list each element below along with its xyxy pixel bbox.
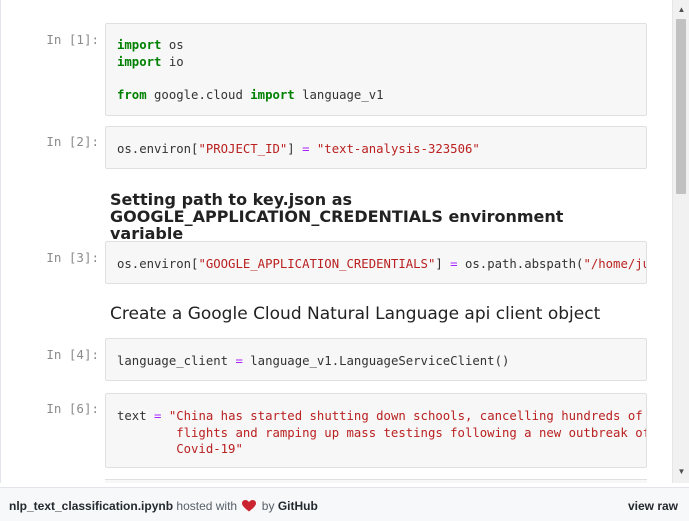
code-keyword: import [117,54,162,69]
code-line: import os [117,37,646,54]
scroll-up-arrow-icon[interactable]: ▲ [677,5,686,14]
cell-prompt: In [1]: [46,32,99,47]
code-token: ] [287,142,303,156]
scrollbar-thumb[interactable] [676,19,686,194]
next-cell-edge [105,479,647,483]
code-string: Covid-19" [117,442,243,457]
code-line: os.environ["PROJECT_ID"] = "text-analysi… [117,141,646,158]
code-line: text = "China has started shutting down … [117,408,646,425]
gist-footer: nlp_text_classification.ipynb hosted wit… [0,487,689,521]
code-block: os.environ["GOOGLE_APPLICATION_CREDENTIA… [106,256,646,273]
code-operator: = [302,142,310,156]
code-token: language_v1.LanguageServiceClient() [242,354,510,368]
code-token: language_client [117,354,236,368]
code-string: "PROJECT_ID" [198,142,288,156]
cell-prompt: In [3]: [46,250,99,265]
code-input[interactable]: language_client = language_v1.LanguageSe… [105,338,647,381]
code-block: language_client = language_v1.LanguageSe… [106,353,646,370]
code-token: text [117,409,155,423]
code-line: language_client = language_v1.LanguageSe… [117,353,646,370]
code-line: os.environ["GOOGLE_APPLICATION_CREDENTIA… [117,256,646,273]
cell-prompt: In [6]: [46,401,99,416]
code-input[interactable]: os.environ["PROJECT_ID"] = "text-analysi… [105,126,647,169]
scroll-down-arrow-icon[interactable]: ▼ [677,467,686,476]
cell-prompt: In [4]: [46,347,99,362]
code-operator: = [450,257,458,271]
code-line: Covid-19" [117,441,646,458]
notebook-viewport: In [1]: import os import io from google.c… [0,0,672,483]
code-block: import os import io from google.cloud imp… [106,37,646,103]
code-string: "China has started shutting down schools… [168,409,647,423]
code-token: google.cloud [146,87,251,102]
markdown-heading-client: Create a Google Cloud Natural Language a… [110,304,601,324]
gist-meta: nlp_text_classification.ipynb hosted wit… [9,499,318,515]
code-keyword: from [117,87,147,102]
by-text: by [261,499,275,513]
code-token: os.environ[ [117,142,199,156]
markdown-heading-credentials: Setting path to key.json as GOOGLE_APPLI… [110,190,564,243]
code-block: os.environ["PROJECT_ID"] = "text-analysi… [106,141,646,158]
code-line: flights and ramping up mass testings fol… [117,425,646,442]
code-block: text = "China has started shutting down … [106,408,646,458]
code-token: os.path.abspath( [457,257,584,271]
cell-prompt: In [2]: [46,134,99,149]
code-string: "GOOGLE_APPLICATION_CREDENTIALS" [198,257,436,271]
code-input[interactable]: text = "China has started shutting down … [105,393,647,468]
code-operator: = [235,354,243,368]
hosted-with-text: hosted with [176,499,238,513]
view-raw-link[interactable]: view raw [628,499,678,513]
code-input[interactable]: import os import io from google.cloud imp… [105,23,647,116]
gist-filename-link[interactable]: nlp_text_classification.ipynb [9,499,173,513]
code-token: os [161,38,184,52]
code-string: "text-analysis-323506" [316,142,480,156]
vertical-scrollbar[interactable]: ▲ ▼ [672,0,689,483]
github-link[interactable]: GitHub [278,499,318,513]
code-line: import io [117,54,646,71]
code-line: from google.cloud import language_v1 [117,87,646,104]
code-input[interactable]: os.environ["GOOGLE_APPLICATION_CREDENTIA… [105,241,647,284]
code-keyword: import [250,87,295,102]
code-token: io [161,54,184,69]
code-token: os.environ[ [117,257,199,271]
code-keyword: import [117,38,162,52]
code-token: language_v1 [294,87,384,102]
code-string: flights and ramping up mass testings fol… [117,425,647,440]
code-token: ] [435,257,451,271]
heart-icon [242,500,257,515]
code-string: "/home/jupyter/key.json" [583,257,646,271]
